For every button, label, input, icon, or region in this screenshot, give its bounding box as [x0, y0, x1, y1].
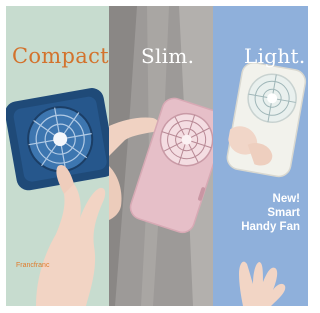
ad-frame: Compact. Francfranc Slim. Light. New! Sm…	[6, 6, 308, 306]
brand-logo: Francfranc	[16, 262, 50, 269]
tagline-line-new: New!	[272, 193, 300, 205]
light-panel: Light. New! Smart Handy Fan	[213, 6, 308, 306]
compact-headline: Compact.	[12, 44, 109, 68]
slim-headline: Slim.	[141, 44, 195, 68]
hand	[36, 181, 106, 306]
white-light-fan	[226, 62, 307, 178]
tagline-line-handy-fan: Handy Fan	[241, 221, 300, 233]
compact-panel: Compact. Francfranc	[6, 6, 109, 306]
slim-panel: Slim.	[109, 6, 213, 306]
tagline: New! Smart Handy Fan	[241, 192, 300, 234]
tagline-line-smart: Smart	[267, 207, 300, 219]
light-headline: Light.	[244, 44, 306, 68]
reaching-hand	[239, 261, 286, 306]
